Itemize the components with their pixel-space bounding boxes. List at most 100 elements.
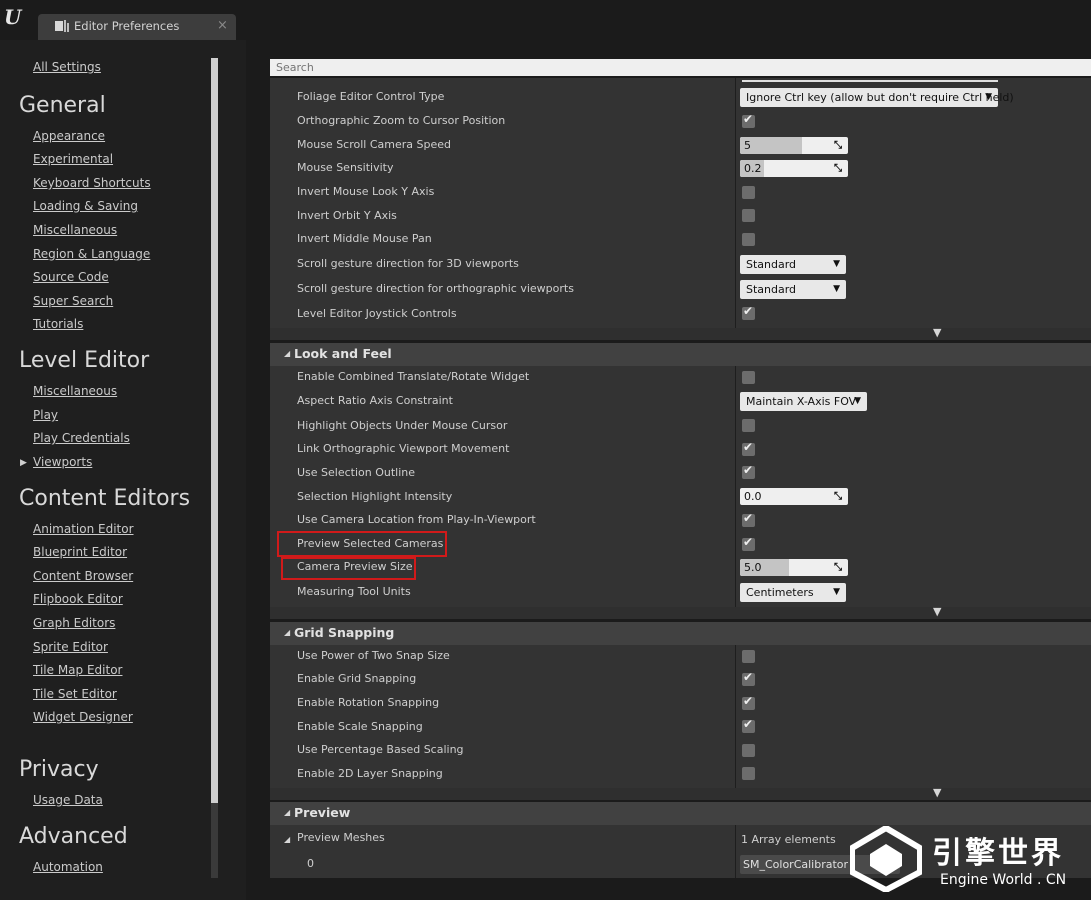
row-combined-widget: Enable Combined Translate/Rotate Widget (270, 366, 1091, 389)
sidebar-item-experimental[interactable]: Experimental (33, 152, 113, 166)
row-aspect-ratio: Aspect Ratio Axis Constraint (270, 390, 1091, 413)
sidebar-heading-level-editor: Level Editor (19, 348, 150, 373)
collapse-arrow-icon: ◢ (284, 835, 291, 844)
camera-preview-size-spinbox[interactable]: 5.0 ⤡ (740, 559, 848, 576)
sidebar-item-graph-editors[interactable]: Graph Editors (33, 616, 115, 630)
percentage-scaling-checkbox[interactable] (742, 744, 755, 757)
sidebar-item-source-code[interactable]: Source Code (33, 270, 109, 284)
sidebar-item-tile-map-editor[interactable]: Tile Map Editor (33, 663, 122, 677)
power-of-two-checkbox[interactable] (742, 650, 755, 663)
label-rotation-snapping: Enable Rotation Snapping (297, 696, 440, 709)
engine-world-logo-icon (850, 826, 922, 892)
link-ortho-checkbox[interactable] (742, 440, 755, 456)
chevron-down-icon: ▼ (833, 284, 840, 294)
preferences-icon (55, 20, 69, 32)
row-power-of-two: Use Power of Two Snap Size (270, 645, 1091, 668)
label-highlight-objects: Highlight Objects Under Mouse Cursor (297, 419, 508, 432)
chevron-down-icon: ▼ (833, 259, 840, 269)
scroll-3d-dropdown[interactable]: Standard ▼ (740, 255, 846, 274)
category-look-and-feel[interactable]: ◢ Look and Feel (270, 343, 1091, 366)
sidebar-item-region-language[interactable]: Region & Language (33, 247, 150, 261)
category-grid-snapping[interactable]: ◢ Grid Snapping (270, 622, 1091, 645)
label-2d-layer-snapping: Enable 2D Layer Snapping (297, 767, 443, 780)
invert-orbit-checkbox[interactable] (742, 209, 755, 222)
sidebar-item-blueprint-editor[interactable]: Blueprint Editor (33, 545, 127, 559)
aspect-ratio-dropdown[interactable]: Maintain X-Axis FOV ▼ (740, 392, 867, 411)
label-camera-location: Use Camera Location from Play-In-Viewpor… (297, 513, 536, 526)
invert-look-checkbox[interactable] (742, 186, 755, 199)
grid-snapping-checkbox[interactable] (742, 670, 755, 686)
sidebar-item-content-browser[interactable]: Content Browser (33, 569, 133, 583)
invert-pan-checkbox[interactable] (742, 233, 755, 246)
expand-down-icon: ▼ (933, 786, 942, 799)
layer-2d-snapping-checkbox[interactable] (742, 767, 755, 780)
category-label: Grid Snapping (294, 625, 395, 640)
sidebar-item-tutorials[interactable]: Tutorials (33, 317, 83, 331)
sidebar-item-widget-designer[interactable]: Widget Designer (33, 710, 133, 724)
rotation-snapping-checkbox[interactable] (742, 694, 755, 710)
sidebar-item-loading-saving[interactable]: Loading & Saving (33, 199, 138, 213)
editor-preferences-tab[interactable]: Editor Preferences × (38, 14, 236, 40)
label-percentage-scaling: Use Percentage Based Scaling (297, 743, 464, 756)
dropdown-edge (742, 80, 998, 82)
camera-location-checkbox[interactable] (742, 511, 755, 527)
collapse-arrow-icon: ◢ (284, 628, 291, 637)
selected-arrow-icon: ▶ (20, 458, 27, 468)
sidebar-item-tile-set-editor[interactable]: Tile Set Editor (33, 687, 117, 701)
sidebar-scrollbar-track[interactable] (211, 803, 218, 878)
label-highlight-intensity: Selection Highlight Intensity (297, 490, 453, 503)
sidebar-item-viewports[interactable]: Viewports (33, 455, 92, 469)
measuring-units-dropdown[interactable]: Centimeters ▼ (740, 583, 846, 602)
row-joystick: Level Editor Joystick Controls (270, 303, 1091, 326)
sidebar-scrollbar-thumb[interactable] (211, 58, 218, 803)
search-input[interactable] (270, 59, 1091, 76)
preview-cameras-checkbox[interactable] (742, 535, 755, 551)
label-selection-outline: Use Selection Outline (297, 466, 416, 479)
sidebar-all-settings[interactable]: All Settings (33, 60, 101, 74)
sidebar-heading-advanced: Advanced (19, 824, 128, 849)
sidebar-heading-privacy: Privacy (19, 757, 99, 782)
joystick-checkbox[interactable] (742, 304, 755, 320)
label-scroll-ortho: Scroll gesture direction for orthographi… (297, 282, 574, 295)
sidebar-item-appearance[interactable]: Appearance (33, 129, 105, 143)
advanced-expander[interactable]: ▼ (270, 605, 1091, 619)
array-elements-count: 1 Array elements (741, 833, 836, 846)
highlight-objects-checkbox[interactable] (742, 419, 755, 432)
sidebar-item-level-miscellaneous[interactable]: Miscellaneous (33, 384, 117, 398)
sidebar-item-animation-editor[interactable]: Animation Editor (33, 522, 134, 536)
combined-widget-checkbox[interactable] (742, 371, 755, 384)
scroll-speed-spinbox[interactable]: 5 ⤡ (740, 137, 848, 154)
sidebar-item-play-credentials[interactable]: Play Credentials (33, 431, 130, 445)
row-invert-pan: Invert Middle Mouse Pan (270, 228, 1091, 251)
highlight-intensity-spinbox[interactable]: 0.0 ⤡ (740, 488, 848, 505)
category-label: Preview (294, 805, 351, 820)
sidebar-item-super-search[interactable]: Super Search (33, 294, 113, 308)
sidebar-item-miscellaneous[interactable]: Miscellaneous (33, 223, 117, 237)
sidebar-item-usage-data[interactable]: Usage Data (33, 793, 103, 807)
sidebar-item-play[interactable]: Play (33, 408, 58, 422)
label-grid-snapping: Enable Grid Snapping (297, 672, 417, 685)
chevron-down-icon: ▼ (854, 396, 861, 406)
label-link-ortho: Link Orthographic Viewport Movement (297, 442, 510, 455)
sidebar-item-sprite-editor[interactable]: Sprite Editor (33, 640, 108, 654)
selection-outline-checkbox[interactable] (742, 463, 755, 479)
advanced-expander[interactable]: ▼ (270, 326, 1091, 340)
label-foliage-control: Foliage Editor Control Type (297, 90, 445, 103)
ortho-zoom-checkbox[interactable] (742, 112, 755, 128)
sensitivity-spinbox[interactable]: 0.2 ⤡ (740, 160, 848, 177)
sidebar-item-keyboard-shortcuts[interactable]: Keyboard Shortcuts (33, 176, 151, 190)
sidebar-item-automation[interactable]: Automation (33, 860, 103, 874)
scale-snapping-checkbox[interactable] (742, 717, 755, 733)
sidebar-item-flipbook-editor[interactable]: Flipbook Editor (33, 592, 123, 606)
label-scroll-speed: Mouse Scroll Camera Speed (297, 138, 451, 151)
label-preview-meshes: Preview Meshes (297, 831, 385, 844)
row-highlight-intensity: Selection Highlight Intensity (270, 486, 1091, 509)
tab-close-button[interactable]: × (217, 18, 228, 33)
scroll-ortho-dropdown[interactable]: Standard ▼ (740, 280, 846, 299)
row-link-ortho: Link Orthographic Viewport Movement (270, 438, 1091, 461)
row-scroll-ortho: Scroll gesture direction for orthographi… (270, 278, 1091, 301)
advanced-expander[interactable]: ▼ (270, 786, 1091, 800)
chevron-down-icon: ▼ (985, 92, 992, 102)
foliage-control-dropdown[interactable]: Ignore Ctrl key (allow but don't require… (740, 88, 1014, 107)
label-invert-orbit: Invert Orbit Y Axis (297, 209, 397, 222)
